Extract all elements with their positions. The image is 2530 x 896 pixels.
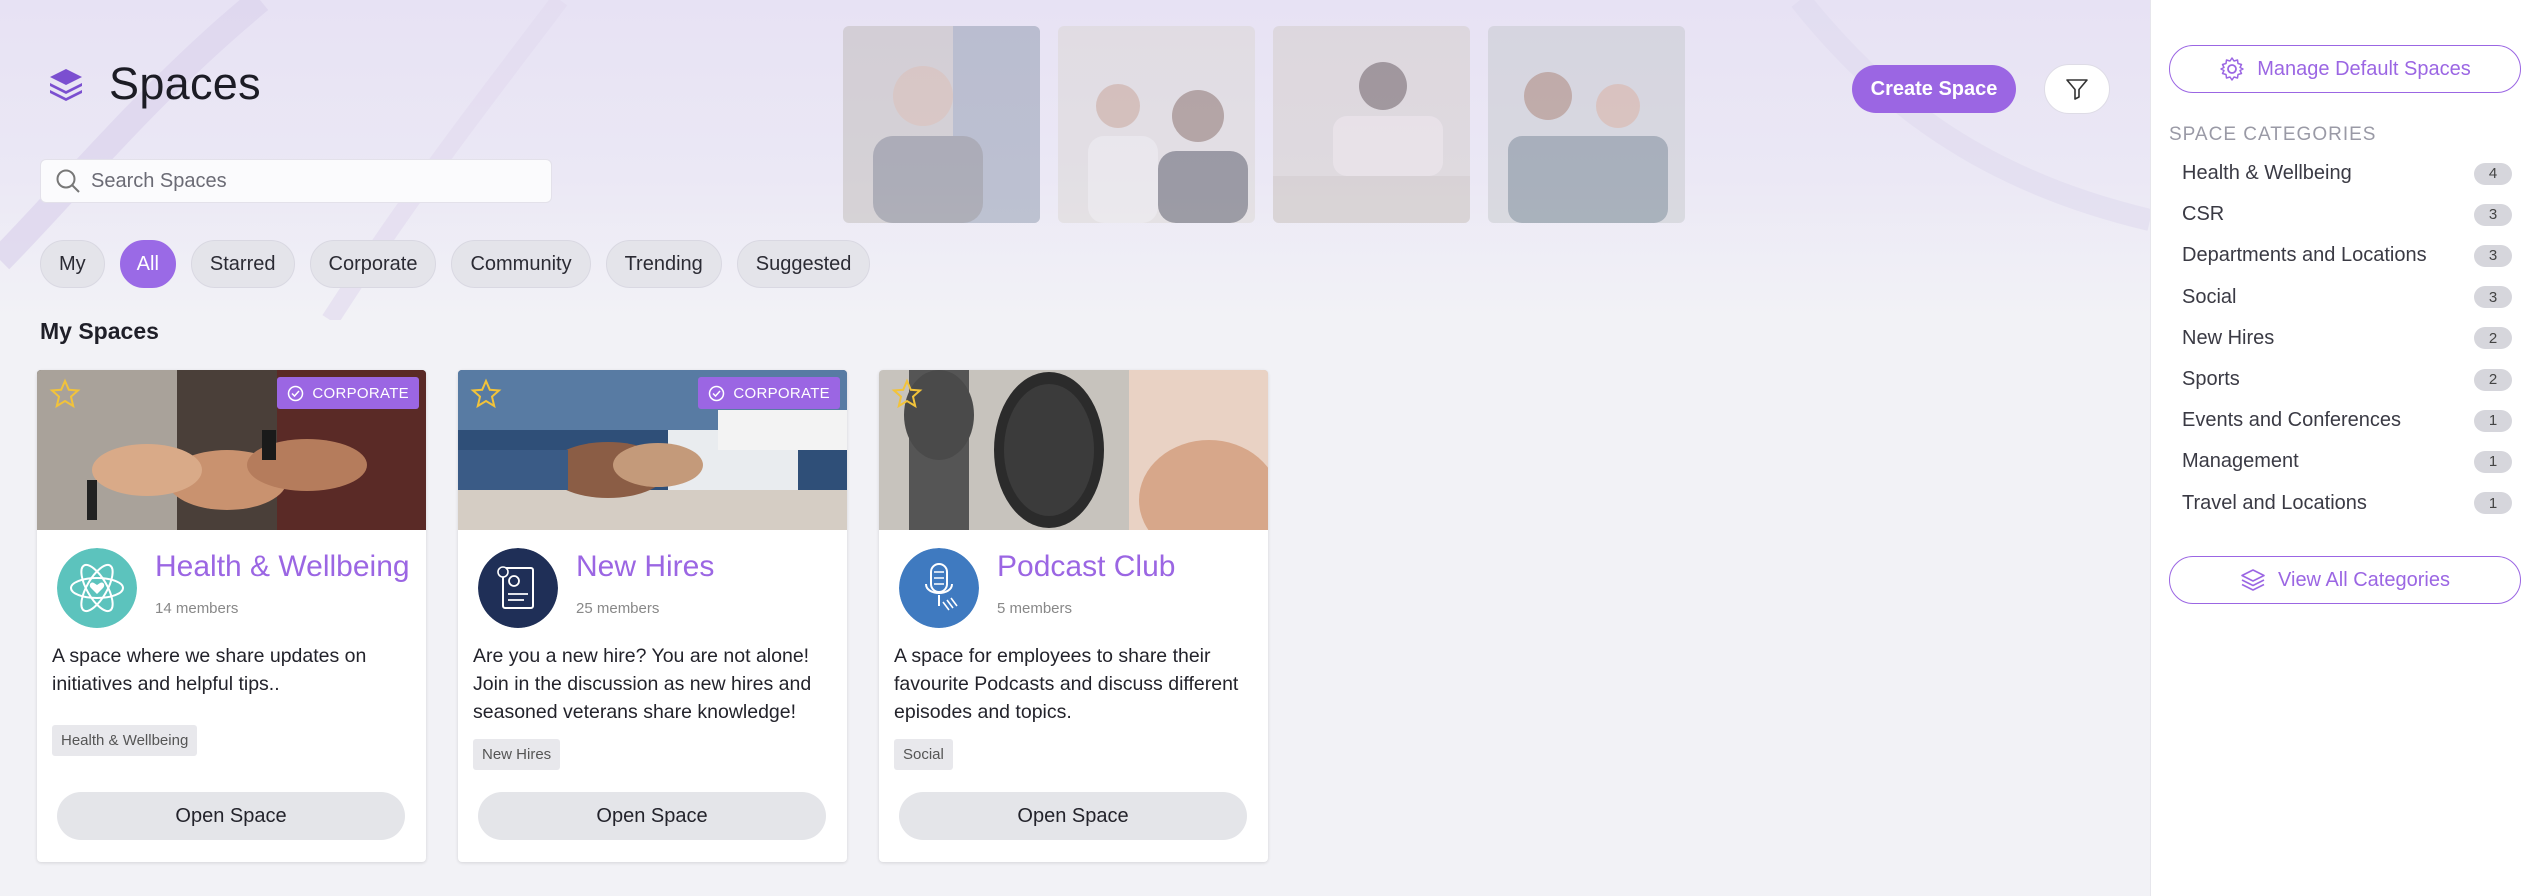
search-icon: [56, 169, 80, 193]
category-tag: Health & Wellbeing: [52, 725, 198, 756]
header-photo-strip: [843, 26, 1685, 223]
view-all-categories-label: View All Categories: [2278, 568, 2450, 591]
page-header: Spaces: [47, 58, 261, 110]
category-item-events-conferences[interactable]: Events and Conferences 1: [2182, 400, 2512, 441]
category-label: Departments and Locations: [2182, 244, 2427, 267]
category-label: Sports: [2182, 368, 2240, 391]
search-input[interactable]: [91, 169, 531, 193]
space-card: Podcast Club 5 members A space for emplo…: [879, 370, 1268, 862]
card-description: A space where we share updates on initia…: [52, 645, 367, 695]
category-tag: Social: [894, 739, 953, 770]
card-cover-image: [879, 370, 1268, 530]
card-title[interactable]: Podcast Club: [997, 550, 1175, 584]
category-item-travel-locations[interactable]: Travel and Locations 1: [2182, 483, 2512, 524]
card-members: 5 members: [997, 600, 1073, 617]
categories-sidebar: Manage Default Spaces SPACE CATEGORIES H…: [2150, 0, 2530, 896]
category-item-social[interactable]: Social 3: [2182, 277, 2512, 318]
view-all-categories-button[interactable]: View All Categories: [2169, 556, 2521, 604]
category-label: New Hires: [2182, 326, 2275, 349]
card-title[interactable]: Health & Wellbeing: [155, 550, 410, 584]
create-space-button[interactable]: Create Space: [1852, 65, 2016, 113]
card-description: A space for employees to share their fav…: [894, 645, 1239, 723]
filter-chip-trending[interactable]: Trending: [605, 240, 722, 288]
page-title: Spaces: [109, 58, 261, 109]
card-members: 25 members: [576, 600, 660, 617]
card-members: 14 members: [155, 600, 239, 617]
card-cover-image: CORPORATE: [37, 370, 426, 530]
category-count: 3: [2474, 286, 2512, 309]
categories-heading: SPACE CATEGORIES: [2169, 124, 2377, 145]
category-tag: New Hires: [473, 739, 561, 770]
category-label: CSR: [2182, 203, 2225, 226]
star-icon[interactable]: [891, 378, 923, 410]
category-item-management[interactable]: Management 1: [2182, 441, 2512, 482]
category-count: 1: [2474, 450, 2512, 473]
filter-chip-starred[interactable]: Starred: [190, 240, 295, 288]
star-icon[interactable]: [49, 378, 81, 410]
header-photo: [1488, 26, 1685, 223]
badge-label: CORPORATE: [312, 384, 409, 402]
check-circle-icon: [288, 385, 304, 401]
filter-chip-suggested[interactable]: Suggested: [736, 240, 871, 288]
card-cover-image: CORPORATE: [458, 370, 847, 530]
layers-icon: [50, 69, 82, 101]
card-header: Health & Wellbeing 14 members: [57, 548, 410, 628]
category-item-departments-locations[interactable]: Departments and Locations 3: [2182, 235, 2512, 276]
card-title[interactable]: New Hires: [576, 550, 714, 584]
card-description: Are you a new hire? You are not alone! J…: [473, 645, 812, 723]
badge-label: CORPORATE: [733, 384, 830, 402]
filter-chip-my[interactable]: My: [40, 240, 105, 288]
funnel-icon: [2066, 79, 2088, 100]
check-circle-icon: [709, 385, 725, 401]
manage-default-spaces-label: Manage Default Spaces: [2257, 57, 2471, 80]
category-item-sports[interactable]: Sports 2: [2182, 359, 2512, 400]
filter-button[interactable]: [2044, 64, 2110, 114]
header-photo: [1273, 26, 1470, 223]
filter-chip-community[interactable]: Community: [451, 240, 591, 288]
category-count: 4: [2474, 162, 2512, 185]
search-box[interactable]: [40, 159, 552, 203]
category-label: Social: [2182, 285, 2237, 308]
category-item-csr[interactable]: CSR 3: [2182, 194, 2512, 235]
space-cards: CORPORATE Health & Wellbeing 14 members …: [37, 370, 1268, 862]
atom-heart-icon: [57, 548, 137, 628]
space-card: CORPORATE New Hires 25 members Are you a…: [458, 370, 847, 862]
header-photo: [843, 26, 1040, 223]
filter-chips: My All Starred Corporate Community Trend…: [40, 240, 871, 288]
corporate-badge: CORPORATE: [277, 377, 419, 409]
category-count: 2: [2474, 368, 2512, 391]
category-item-new-hires[interactable]: New Hires 2: [2182, 318, 2512, 359]
layers-icon: [2241, 569, 2265, 591]
open-space-button[interactable]: Open Space: [57, 792, 405, 840]
resume-document-icon: [478, 548, 558, 628]
manage-default-spaces-button[interactable]: Manage Default Spaces: [2169, 45, 2521, 93]
filter-chip-corporate[interactable]: Corporate: [309, 240, 437, 288]
category-label: Health & Wellbeing: [2182, 162, 2352, 185]
category-count: 1: [2474, 409, 2512, 432]
category-label: Events and Conferences: [2182, 409, 2402, 432]
category-item-health-wellbeing[interactable]: Health & Wellbeing 4: [2182, 153, 2512, 194]
card-header: New Hires 25 members: [478, 548, 714, 628]
card-header: Podcast Club 5 members: [899, 548, 1175, 628]
space-card: CORPORATE Health & Wellbeing 14 members …: [37, 370, 426, 862]
microphone-icon: [899, 548, 979, 628]
category-label: Travel and Locations: [2182, 491, 2367, 514]
hero-banner: Spaces My All Starred Corporate Communit…: [0, 0, 2150, 320]
section-title: My Spaces: [40, 318, 159, 344]
category-count: 3: [2474, 203, 2512, 226]
category-count: 2: [2474, 327, 2512, 350]
header-photo: [1058, 26, 1255, 223]
category-label: Management: [2182, 450, 2299, 473]
star-icon[interactable]: [470, 378, 502, 410]
corporate-badge: CORPORATE: [698, 377, 840, 409]
gear-icon: [2220, 57, 2245, 81]
open-space-button[interactable]: Open Space: [899, 792, 1247, 840]
category-count: 1: [2474, 492, 2512, 515]
filter-chip-all[interactable]: All: [119, 240, 176, 288]
open-space-button[interactable]: Open Space: [478, 792, 826, 840]
category-count: 3: [2474, 244, 2512, 267]
category-list: Health & Wellbeing 4 CSR 3 Departments a…: [2182, 153, 2512, 524]
main-area: Spaces My All Starred Corporate Communit…: [0, 0, 2150, 896]
